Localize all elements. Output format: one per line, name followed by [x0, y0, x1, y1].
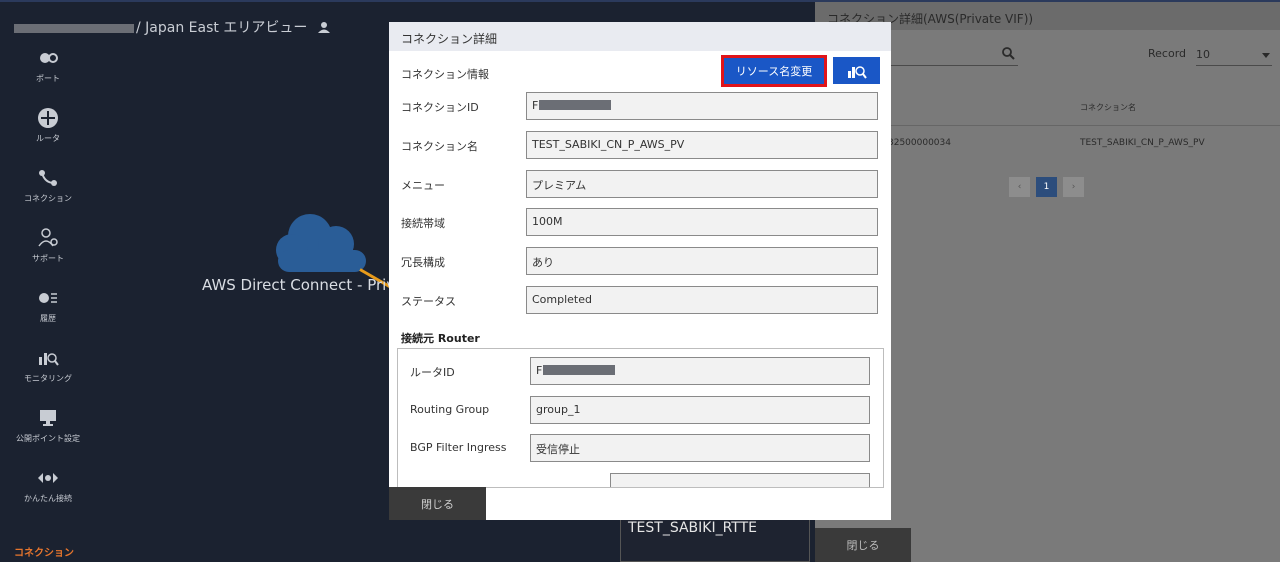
field-bandwidth: 接続帯域 100M	[401, 208, 881, 236]
bandwidth-field[interactable]: 100M	[526, 208, 878, 236]
connection-icon	[39, 169, 57, 186]
record-select-value: 10	[1196, 48, 1210, 61]
monitoring-icon	[39, 352, 59, 366]
connection-id-field[interactable]: F	[526, 92, 878, 120]
easy-connect-icon	[38, 472, 58, 483]
cloud-icon[interactable]	[270, 210, 370, 274]
breadcrumb-text: / Japan East エリアビュー	[136, 20, 308, 36]
monitoring-icon	[847, 65, 867, 79]
field-label: コネクションID	[401, 101, 479, 114]
chevron-down-icon	[1262, 53, 1270, 58]
sidebar-item-label: ポート	[36, 73, 60, 83]
field-routing-group: Routing Group group_1	[410, 396, 880, 424]
sidebar-item-label: サポート	[32, 253, 64, 263]
search-icon[interactable]	[1001, 46, 1015, 60]
router-section-title: 接続元 Router	[401, 332, 480, 345]
field-label: Routing Group	[410, 403, 490, 416]
menu-field[interactable]: プレミアム	[526, 170, 878, 198]
aws-node-label: AWS Direct Connect - Priv	[202, 276, 396, 294]
field-menu: メニュー プレミアム	[401, 170, 881, 198]
history-icon	[39, 292, 57, 303]
breadcrumb: / Japan East エリアビュー	[14, 17, 330, 37]
sidebar-item-label: かんたん接続	[24, 493, 72, 503]
sidebar-item-port[interactable]: ポート	[14, 36, 82, 94]
record-label: Record	[1148, 47, 1187, 60]
section-label: コネクション情報	[401, 68, 489, 81]
port-icon	[40, 52, 58, 63]
sidebar-item-support[interactable]: サポート	[14, 216, 82, 274]
field-value: F	[532, 99, 539, 112]
prev-page-button[interactable]: ‹	[1009, 177, 1030, 197]
close-button[interactable]: 閉じる	[389, 487, 486, 520]
bgp-filter-egress-field[interactable]	[610, 473, 870, 487]
page-1-button[interactable]: 1	[1036, 177, 1057, 197]
sidebar-item-easy-connect[interactable]: かんたん接続	[14, 456, 82, 514]
field-bgp-filter-egress-partial	[410, 473, 880, 487]
field-label: メニュー	[401, 179, 445, 192]
next-page-button[interactable]: ›	[1063, 177, 1084, 197]
status-field[interactable]: Completed	[526, 286, 878, 314]
router-id-field[interactable]: F	[530, 357, 870, 385]
connection-name-field[interactable]: TEST_SABIKI_CN_P_AWS_PV	[526, 131, 878, 159]
sidebar-item-monitoring[interactable]: モニタリング	[14, 336, 82, 394]
router-section: ルータID F Routing Group group_1 BGP Filter…	[397, 348, 884, 488]
sidebar-item-router[interactable]: ルータ	[14, 96, 82, 154]
sidebar-item-connection[interactable]: コネクション	[14, 156, 82, 214]
field-connection-name: コネクション名 TEST_SABIKI_CN_P_AWS_PV	[401, 131, 881, 159]
panel-close-button[interactable]: 閉じる	[815, 528, 911, 562]
sidebar-item-label: 履歴	[40, 313, 56, 323]
monitor-icon	[40, 409, 56, 426]
table-cell-id: 32500000034	[888, 138, 951, 148]
field-router-id: ルータID F	[410, 357, 880, 385]
sidebar-item-label: ルータ	[36, 133, 60, 143]
field-label: コネクション名	[401, 140, 478, 153]
sidebar-item-label: モニタリング	[24, 373, 72, 383]
field-redundancy: 冗長構成 あり	[401, 247, 881, 275]
field-connection-id: コネクションID F	[401, 92, 881, 120]
connection-detail-dialog: コネクション詳細 コネクション情報 リソース名変更 コネクションID F コネク…	[389, 22, 891, 520]
redacted-text	[539, 100, 612, 110]
field-value: F	[536, 364, 543, 377]
column-header: コネクション名	[1080, 103, 1136, 112]
routing-group-field[interactable]: group_1	[530, 396, 870, 424]
redacted-text	[543, 365, 616, 375]
user-icon	[317, 22, 330, 33]
pagination: ‹ 1 ›	[1009, 177, 1084, 197]
sidebar-item-public-point[interactable]: 公開ポイント設定	[14, 396, 82, 454]
support-icon	[38, 227, 58, 246]
redundancy-field[interactable]: あり	[526, 247, 878, 275]
field-label: ステータス	[401, 295, 456, 308]
field-bgp-filter-ingress: BGP Filter Ingress 受信停止	[410, 434, 880, 462]
field-label: 接続帯域	[401, 217, 445, 230]
sidebar: ポート ルータ コネクション サポート 履歴 モニタリング 公開ポイント設定 か…	[14, 36, 82, 516]
field-label: BGP Filter Ingress	[410, 441, 507, 454]
router-node-label: TEST_SABIKI_RTTE	[628, 520, 758, 536]
record-select[interactable]: 10	[1196, 44, 1272, 66]
bgp-filter-ingress-field[interactable]: 受信停止	[530, 434, 870, 462]
field-label: 冗長構成	[401, 256, 445, 269]
rename-resource-button[interactable]: リソース名変更	[721, 55, 827, 87]
sidebar-item-label: コネクション	[24, 193, 72, 203]
router-icon	[38, 107, 58, 128]
table-cell-name[interactable]: TEST_SABIKI_CN_P_AWS_PV	[1080, 138, 1205, 148]
field-label: ルータID	[410, 366, 455, 379]
sidebar-section-title: コネクション	[14, 548, 74, 559]
monitoring-button[interactable]	[833, 57, 880, 84]
redacted-text	[14, 23, 134, 33]
field-status: ステータス Completed	[401, 286, 881, 314]
dialog-title: コネクション詳細	[389, 22, 891, 51]
sidebar-item-history[interactable]: 履歴	[14, 276, 82, 334]
sidebar-item-label: 公開ポイント設定	[16, 433, 80, 443]
